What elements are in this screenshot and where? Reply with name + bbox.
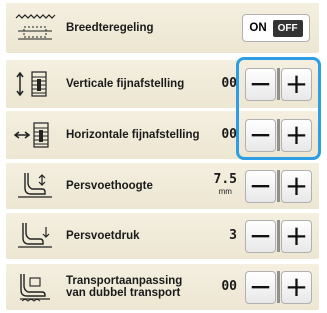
stepper-divider [277, 119, 280, 151]
presser-foot-height-stepper: − + [245, 169, 312, 203]
setting-value: 3 [229, 228, 237, 243]
setting-label: Persvoetdruk [66, 230, 140, 242]
setting-row-dual-feed-adjust: Transportaanpassing van dubbel transport… [6, 264, 319, 310]
stepper-divider [277, 170, 280, 202]
plus-button[interactable]: + [281, 270, 312, 304]
setting-unit: mm [218, 187, 232, 196]
setting-row-width-control: Breedteregeling ON OFF [6, 3, 319, 53]
setting-label: Verticale fijnafstelling [66, 78, 185, 90]
presser-foot-height-icon [18, 173, 52, 198]
stepper-divider [277, 271, 280, 303]
setting-value: 00 [221, 76, 237, 91]
dual-feed-icon [20, 274, 50, 302]
setting-value-with-unit: 7.5 mm [213, 172, 237, 198]
presser-foot-pressure-stepper: − + [245, 219, 312, 253]
setting-label: Horizontale fijnafstelling [66, 129, 200, 141]
plus-button[interactable]: + [281, 118, 312, 152]
setting-value: 00 [221, 127, 237, 142]
setting-row-vertical-fine-adjust: Verticale fijnafstelling 00 − + [6, 60, 319, 108]
vertical-adjust-stepper: − + [245, 67, 312, 101]
minus-button[interactable]: − [245, 270, 276, 304]
width-control-toggle[interactable]: ON OFF [242, 14, 310, 42]
minus-button[interactable]: − [245, 118, 276, 152]
setting-label: Persvoethoogte [66, 180, 153, 192]
horizontal-adjust-stepper: − + [245, 118, 312, 152]
setting-label: Breedteregeling [66, 22, 154, 34]
dual-feed-stepper: − + [245, 270, 312, 304]
presser-foot-pressure-icon [18, 223, 52, 248]
setting-row-presser-foot-height: Persvoethoogte 7.5 mm − + [6, 163, 319, 209]
vertical-adjust-icon [16, 71, 47, 97]
width-control-icon [15, 14, 56, 40]
setting-row-horizontal-fine-adjust: Horizontale fijnafstelling 00 − + [6, 111, 319, 159]
plus-button[interactable]: + [281, 169, 312, 203]
setting-value: 7.5 [213, 172, 237, 187]
stepper-divider [277, 220, 280, 252]
setting-label: Transportaanpassing van dubbel transport [66, 275, 183, 299]
horizontal-adjust-icon [14, 122, 49, 148]
minus-button[interactable]: − [245, 219, 276, 253]
minus-button[interactable]: − [245, 67, 276, 101]
toggle-off-label: OFF [272, 19, 303, 37]
toggle-on-label: ON [249, 22, 267, 34]
minus-button[interactable]: − [245, 169, 276, 203]
setting-value: 00 [221, 279, 237, 294]
setting-row-presser-foot-pressure: Persvoetdruk 3 − + [6, 213, 319, 259]
stepper-divider [277, 68, 280, 100]
plus-button[interactable]: + [281, 219, 312, 253]
plus-button[interactable]: + [281, 67, 312, 101]
